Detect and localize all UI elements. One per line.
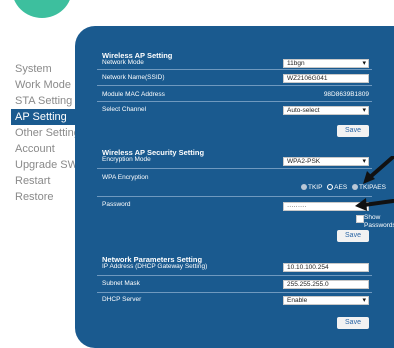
- dhcp-label: DHCP Server: [102, 296, 142, 303]
- divider: [97, 85, 372, 86]
- divider: [97, 275, 372, 276]
- channel-select[interactable]: Auto-select: [283, 106, 369, 115]
- password-label: Password: [102, 201, 131, 208]
- network-mode-label: Network Mode: [102, 59, 144, 66]
- arrow-icon: [363, 156, 394, 184]
- ssid-label: Network Name(SSID): [102, 74, 165, 81]
- arrow-icon: [355, 198, 394, 211]
- divider: [97, 69, 372, 70]
- ssid-input[interactable]: WZ2106G041: [283, 74, 369, 83]
- mac-label: Module MAC Address: [102, 91, 165, 98]
- subnet-label: Subnet Mask: [102, 280, 140, 287]
- brand-circle-logo: [12, 0, 72, 18]
- channel-label: Select Channel: [102, 106, 147, 113]
- network-save-button[interactable]: Save: [337, 317, 369, 329]
- divider: [97, 292, 372, 293]
- show-passwords-label: Show Passwords: [364, 214, 394, 229]
- wpa-encryption-label: WPA Encryption: [102, 174, 149, 181]
- network-mode-select[interactable]: 11bgn: [283, 59, 369, 68]
- encryption-mode-label: Encryption Mode: [102, 156, 151, 163]
- divider: [97, 101, 372, 102]
- settings-panel: Wireless AP Setting Network Mode 11bgn N…: [75, 26, 394, 348]
- radio-tkipaes[interactable]: [351, 184, 358, 190]
- ip-input[interactable]: 10.10.100.254: [283, 263, 369, 272]
- ap-save-button[interactable]: Save: [337, 125, 369, 137]
- security-save-button[interactable]: Save: [337, 230, 369, 242]
- dhcp-select[interactable]: Enable: [283, 296, 369, 305]
- ip-label: IP Address (DHCP Gateway Setting): [102, 263, 208, 270]
- radio-tkip[interactable]: [301, 184, 307, 190]
- radio-tkip-label: TKIP: [308, 184, 323, 191]
- subnet-input[interactable]: 255.255.255.0: [283, 280, 369, 289]
- divider: [97, 196, 372, 197]
- encryption-mode-select[interactable]: WPA2-PSK: [283, 157, 369, 166]
- radio-aes[interactable]: [327, 184, 334, 190]
- mac-value: 98D8639B1809: [323, 91, 369, 98]
- radio-aes-label: AES: [334, 184, 348, 191]
- show-passwords-checkbox[interactable]: [356, 215, 364, 223]
- divider: [97, 168, 372, 169]
